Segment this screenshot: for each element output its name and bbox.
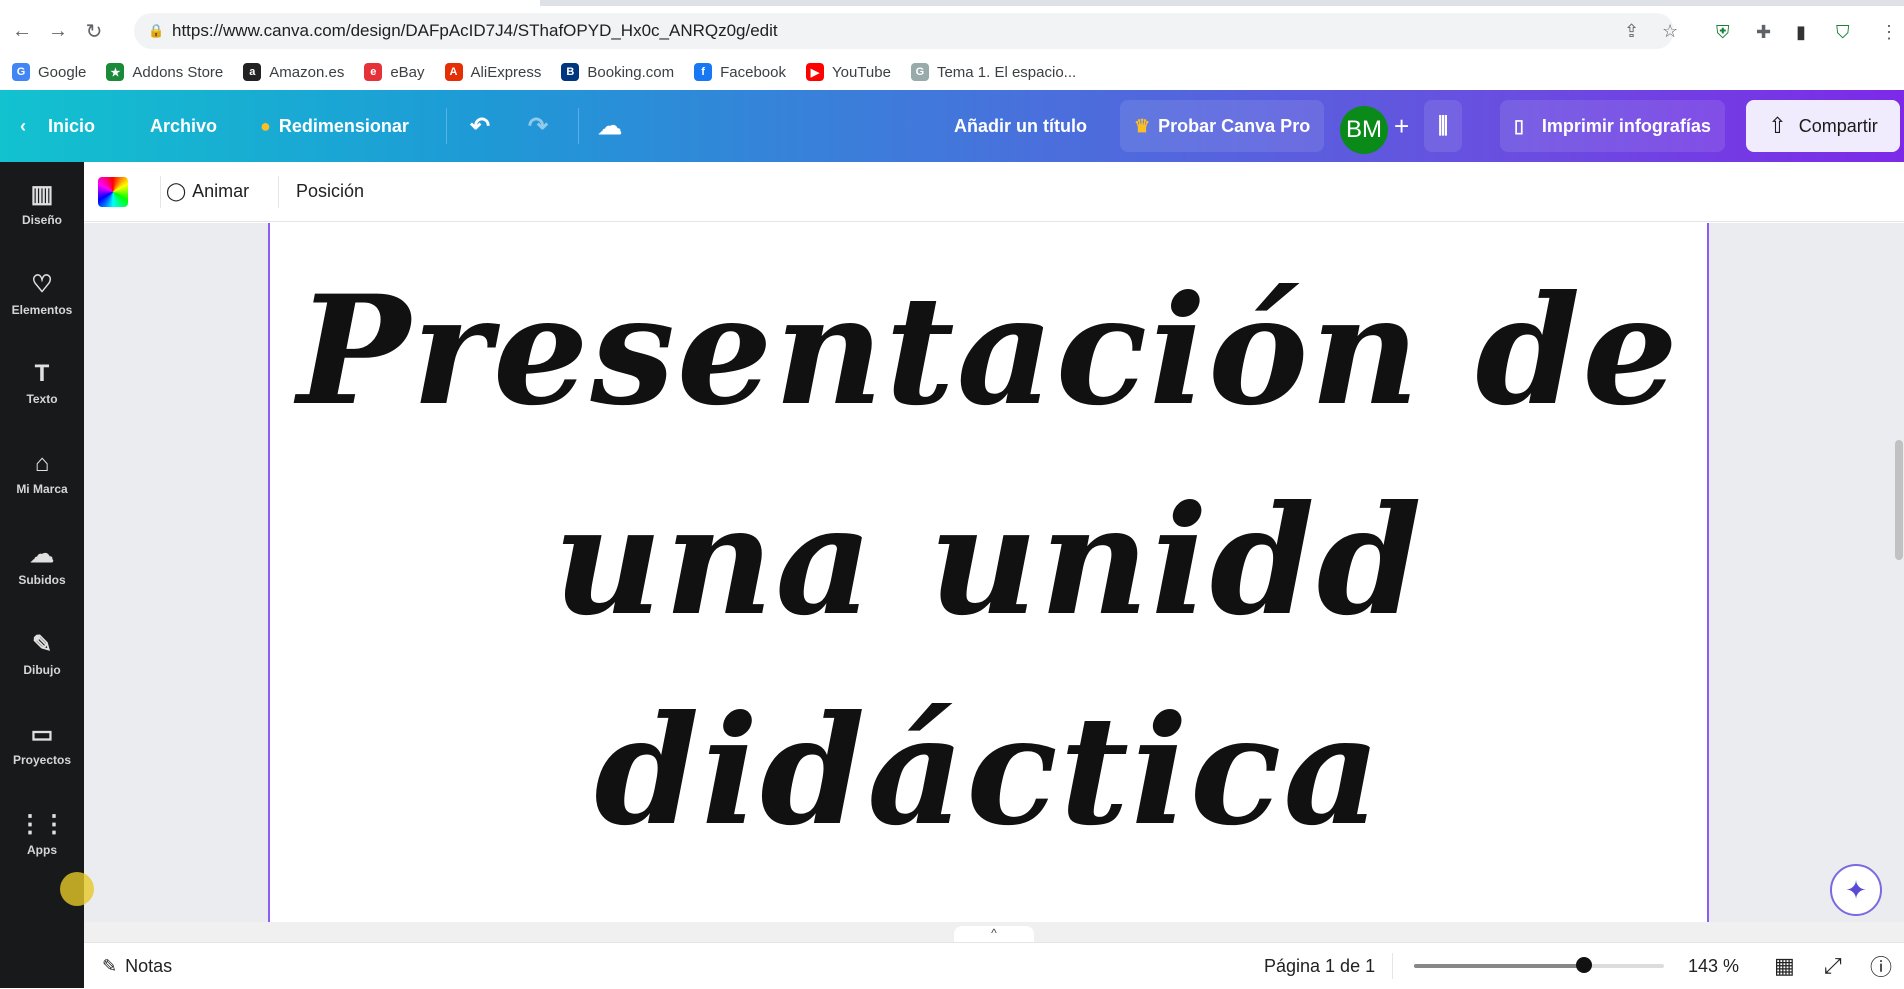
redo-icon[interactable]: ↷: [528, 90, 548, 162]
upload-share-icon: ⇧: [1768, 113, 1787, 138]
bookmark-item[interactable]: G Tema 1. El espacio...: [910, 63, 1076, 81]
file-menu-button[interactable]: Archivo: [150, 90, 217, 162]
address-bar-row: ← → ↻ 🔒 https://www.canva.com/design/DAF…: [0, 8, 1904, 54]
title-line-3[interactable]: didáctica: [270, 683, 1707, 859]
mouse-cursor-highlight: [60, 872, 94, 906]
color-picker-button[interactable]: [98, 177, 128, 207]
sidebar-item-proyectos[interactable]: ▭ Proyectos: [0, 720, 84, 767]
shield-check-icon[interactable]: ⛉: [1836, 22, 1850, 43]
editor-toolbar: ◯ Animar Posición: [84, 162, 1904, 222]
fullscreen-icon[interactable]: ⤢: [1824, 943, 1842, 989]
sidebar-item-mi-marca[interactable]: ⌂ Mi Marca: [0, 450, 84, 496]
footer-bar: ✎ Notas Página 1 de 1 143 % ▦ ⤢ ⓘ: [84, 942, 1904, 988]
sidebar: ▥ Diseño ♡ Elementos T Texto ⌂ Mi Marca ☁ Subidos…: [0, 162, 84, 988]
back-icon[interactable]: ←: [4, 20, 40, 43]
expand-pages-icon[interactable]: ^: [954, 926, 1034, 942]
share-button[interactable]: ⇧ Compartir: [1746, 100, 1900, 152]
animate-icon: ◯: [166, 181, 187, 201]
vertical-scrollbar[interactable]: [1895, 440, 1903, 560]
bookmark-item[interactable]: a Amazon.es: [243, 63, 344, 81]
bookmark-favicon-icon: ★: [106, 63, 125, 81]
sidebar-icon: ⋮⋮: [18, 811, 66, 838]
chevron-left-icon: ‹: [20, 115, 26, 136]
bookmark-favicon-icon: ▶: [805, 63, 824, 81]
printer-icon: ▯: [1514, 115, 1524, 136]
page-indicator[interactable]: Página 1 de 1: [1264, 943, 1375, 989]
canva-header: ‹ Inicio Archivo ● Redimensionar ↶ ↷ ☁ Aña…: [0, 90, 1904, 162]
reload-icon[interactable]: ↻: [76, 19, 112, 44]
help-icon[interactable]: ⓘ: [1870, 943, 1892, 989]
bookmark-favicon-icon: G: [12, 63, 30, 81]
try-pro-button[interactable]: ♛ Probar Canva Pro: [1120, 100, 1325, 152]
bookmark-item[interactable]: B Booking.com: [561, 63, 674, 81]
bookmark-item[interactable]: ▶ YouTube: [805, 63, 891, 81]
cloud-saved-icon[interactable]: ☁: [598, 90, 622, 162]
magic-assistant-button[interactable]: ✦: [1830, 864, 1882, 916]
bookmark-item[interactable]: e eBay: [364, 63, 425, 81]
animate-button[interactable]: ◯ Animar: [166, 181, 249, 202]
bookmark-star-icon[interactable]: ☆: [1662, 21, 1678, 42]
sidebar-icon: ▭: [30, 721, 54, 748]
avatar[interactable]: BM: [1340, 106, 1388, 154]
extensions-puzzle-icon[interactable]: ✚: [1756, 22, 1771, 43]
sidebar-icon: T: [34, 360, 50, 387]
lock-icon: 🔒: [148, 23, 165, 38]
crown-icon: ♛: [1134, 115, 1151, 136]
sidebar-item-apps[interactable]: ⋮⋮ Apps: [0, 810, 84, 857]
sidebar-item-texto[interactable]: T Texto: [0, 360, 84, 406]
vpn-extension-icon[interactable]: ⛨: [1716, 22, 1730, 43]
crown-icon: ●: [260, 115, 271, 136]
url-text: https://www.canva.com/design/DAFpAcID7J4…: [172, 21, 778, 40]
zoom-level[interactable]: 143 %: [1688, 943, 1739, 989]
url-bar[interactable]: 🔒 https://www.canva.com/design/DAFpAcID7…: [134, 13, 1678, 49]
tab-strip: [0, 0, 1904, 8]
bookmark-item[interactable]: ★ Addons Store: [106, 63, 223, 81]
browser-menu-icon[interactable]: ⋮: [1880, 22, 1898, 43]
add-collaborator-icon[interactable]: +: [1394, 90, 1409, 162]
bookmark-favicon-icon: B: [561, 63, 580, 81]
bookmark-item[interactable]: f Facebook: [694, 63, 786, 81]
forward-icon[interactable]: →: [40, 20, 76, 43]
title-line-1[interactable]: Presentación de: [270, 263, 1707, 439]
sidebar-item-subidos[interactable]: ☁ Subidos: [0, 540, 84, 587]
zoom-slider[interactable]: [1414, 957, 1664, 973]
print-infographics-button[interactable]: ▯ Imprimir infografías: [1500, 100, 1725, 152]
position-button[interactable]: Posición: [296, 181, 364, 202]
notes-icon: ✎: [102, 955, 118, 976]
home-button[interactable]: ‹ Inicio: [20, 90, 95, 162]
title-line-2[interactable]: una unidd: [270, 473, 1707, 649]
design-page[interactable]: Presentación de una unidd didáctica: [268, 223, 1709, 922]
analytics-icon[interactable]: ⫼: [1424, 100, 1463, 152]
sidebar-item-diseño[interactable]: ▥ Diseño: [0, 180, 84, 227]
add-title-field[interactable]: Añadir un título: [954, 90, 1087, 162]
notes-button[interactable]: ✎ Notas: [102, 943, 172, 989]
sidebar-icon: ♡: [31, 271, 53, 298]
bookmark-item[interactable]: A AliExpress: [444, 63, 541, 81]
bookmark-favicon-icon: f: [694, 63, 713, 81]
sidebar-icon: ☁: [30, 541, 54, 568]
sidebar-icon: ▥: [30, 181, 54, 208]
bookmarks-bar: G Google ★ Addons Store a Amazon.es e eBay A AliE…: [0, 54, 1904, 90]
undo-icon[interactable]: ↶: [470, 90, 490, 162]
bookmark-favicon-icon: a: [243, 63, 262, 81]
sidebar-item-elementos[interactable]: ♡ Elementos: [0, 270, 84, 317]
share-page-icon[interactable]: ⇪: [1624, 21, 1639, 42]
sidebar-item-dibujo[interactable]: ✎ Dibujo: [0, 630, 84, 677]
bookmark-favicon-icon: G: [910, 63, 929, 81]
horizontal-scrollbar[interactable]: ^: [84, 922, 1904, 942]
sidebar-icon: ⌂: [34, 450, 50, 477]
bookmark-favicon-icon: e: [364, 63, 383, 81]
bookmark-favicon-icon: A: [444, 63, 463, 81]
side-panel-icon[interactable]: ▮: [1796, 22, 1806, 43]
sidebar-icon: ✎: [31, 631, 53, 658]
resize-button[interactable]: ● Redimensionar: [260, 90, 409, 162]
grid-view-icon[interactable]: ▦: [1774, 943, 1795, 989]
bookmark-item[interactable]: G Google: [12, 63, 86, 81]
